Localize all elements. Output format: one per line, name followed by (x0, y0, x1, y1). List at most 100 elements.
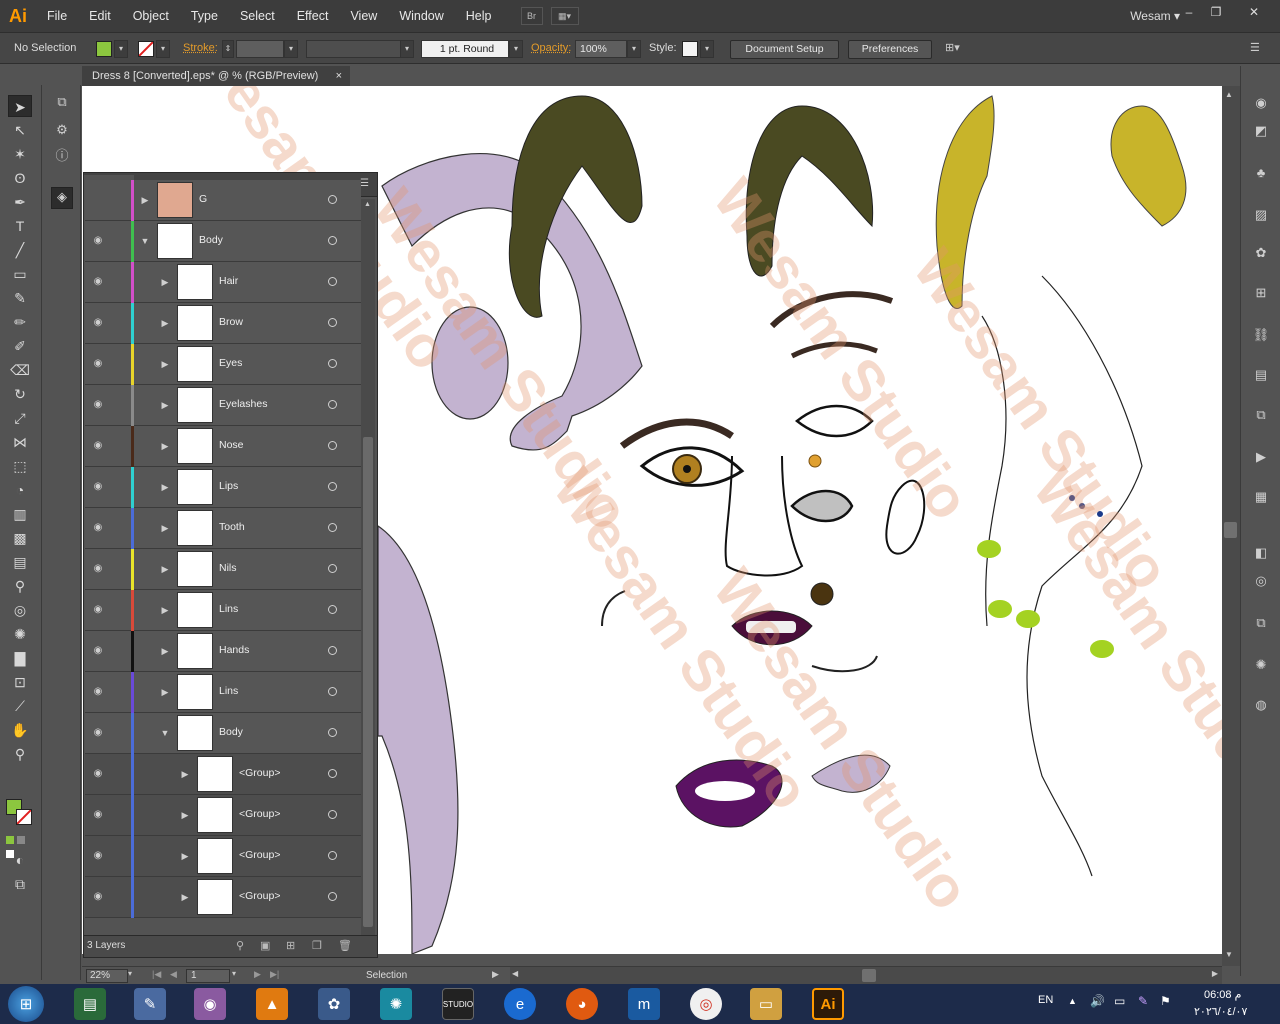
collapse-triangle-icon[interactable]: ▼ (159, 727, 171, 739)
layer-name[interactable]: <Group> (239, 849, 280, 861)
layer-target-icon[interactable] (328, 605, 337, 614)
opacity-label[interactable]: Opacity: (531, 42, 571, 54)
menu-help[interactable]: Help (455, 0, 503, 32)
layer-name[interactable]: Hands (219, 644, 249, 656)
layer-target-icon[interactable] (328, 359, 337, 368)
navigator-panel-icon[interactable]: ◍ (1252, 696, 1270, 714)
delete-layer-icon[interactable]: 🗑 (338, 939, 352, 952)
layer-name[interactable]: Tooth (219, 521, 245, 533)
visibility-eye-icon[interactable]: ◉ (92, 399, 104, 411)
start-button-icon[interactable]: ⊞ (8, 986, 44, 1022)
blend-tool-icon[interactable]: ◎ (8, 599, 32, 621)
graphic-styles-icon[interactable]: ▦ (1252, 488, 1270, 506)
appearance-panel-icon[interactable]: ⧉ (1252, 614, 1270, 632)
expand-triangle-icon[interactable]: ▶ (179, 850, 191, 862)
collapse-triangle-icon[interactable]: ▼ (139, 235, 151, 247)
layer-row[interactable]: ◉ ▶ Hands (85, 631, 361, 672)
visibility-eye-icon[interactable]: ◉ (92, 604, 104, 616)
paintbrush-tool-icon[interactable]: ✎ (8, 287, 32, 309)
expand-triangle-icon[interactable]: ▶ (139, 194, 151, 206)
stroke-weight-dropdown[interactable]: ▾ (284, 40, 298, 58)
column-graph-tool-icon[interactable]: ▇ (8, 647, 32, 669)
color-panel-icon[interactable]: ◉ (1252, 94, 1270, 112)
layer-row[interactable]: ◉ ▼ Body (85, 221, 361, 262)
task-manager-icon[interactable]: ▤ (74, 988, 106, 1020)
layer-target-icon[interactable] (328, 810, 337, 819)
visibility-eye-icon[interactable]: ◉ (92, 768, 104, 780)
artboards-panel-icon[interactable]: ⧉ (53, 93, 71, 111)
visibility-eye-icon[interactable]: ◉ (92, 522, 104, 534)
make-clipping-mask-icon[interactable]: ▣ (260, 939, 270, 952)
workspace-user[interactable]: Wesam ▾ (1130, 0, 1180, 32)
perspective-grid-tool-icon[interactable]: ▥ (8, 503, 32, 525)
layers-scroll-thumb[interactable] (363, 437, 373, 927)
layer-name[interactable]: Lins (219, 603, 238, 615)
visibility-eye-icon[interactable]: ◉ (92, 645, 104, 657)
video-editor-icon[interactable]: ✺ (380, 988, 412, 1020)
brush-profile-field[interactable]: 1 pt. Round (421, 40, 509, 58)
blob-brush-tool-icon[interactable]: ✐ (8, 335, 32, 357)
layer-row[interactable]: ◉ ▼ Body (85, 713, 361, 754)
layer-target-icon[interactable] (328, 400, 337, 409)
expand-triangle-icon[interactable]: ▶ (159, 645, 171, 657)
new-sublayer-icon[interactable]: ⊞ (286, 939, 295, 952)
visibility-eye-icon[interactable]: ◉ (92, 481, 104, 493)
menu-select[interactable]: Select (229, 0, 286, 32)
layer-name[interactable]: <Group> (239, 808, 280, 820)
pathfinder-panel-icon[interactable]: ⧉ (1252, 406, 1270, 424)
illustrator-taskbar-icon[interactable]: Ai (812, 988, 844, 1020)
menu-view[interactable]: View (339, 0, 388, 32)
layer-name[interactable]: Body (199, 234, 223, 246)
pencil-tool-icon[interactable]: ✏ (8, 311, 32, 333)
volume-icon[interactable]: 🔊 (1090, 994, 1105, 1008)
expand-triangle-icon[interactable]: ▶ (159, 440, 171, 452)
vertical-scrollbar[interactable]: ▲ ▼ (1222, 86, 1240, 966)
close-button[interactable]: ✕ (1241, 4, 1267, 20)
new-layer-icon[interactable]: ❐ (312, 939, 322, 952)
direct-selection-tool-icon[interactable]: ↖ (8, 119, 32, 141)
layer-target-icon[interactable] (328, 441, 337, 450)
stroke-label[interactable]: Stroke: (183, 42, 218, 54)
fill-dropdown[interactable]: ▾ (114, 40, 128, 58)
visibility-eye-icon[interactable]: ◉ (92, 563, 104, 575)
visibility-eye-icon[interactable]: ◉ (92, 440, 104, 452)
mesh-tool-icon[interactable]: ▩ (8, 527, 32, 549)
layers-scrollbar[interactable]: ▲ (361, 199, 375, 935)
swatches-panel-icon[interactable]: ♣ (1252, 164, 1270, 182)
gradient-tool-icon[interactable]: ▤ (8, 551, 32, 573)
visibility-eye-icon[interactable]: ◉ (92, 891, 104, 903)
document-tab[interactable]: Dress 8 [Converted].eps* @ % (RGB/Previe… (82, 66, 350, 86)
language-indicator[interactable]: EN (1038, 994, 1053, 1006)
close-tab-icon[interactable]: × (336, 66, 342, 86)
action-center-icon[interactable]: ⚑ (1160, 994, 1171, 1008)
prev-artboard-icon[interactable]: ◀ (170, 969, 177, 980)
brushes-panel-icon[interactable]: ▨ (1252, 206, 1270, 224)
style-swatch[interactable] (682, 41, 698, 57)
drawing-mode-icon[interactable]: ◐ (8, 849, 32, 871)
minimize-button[interactable]: – (1176, 4, 1202, 20)
symbols-panel-icon[interactable]: ⚙ (53, 121, 71, 139)
layer-name[interactable]: <Group> (239, 767, 280, 779)
status-menu-icon[interactable]: ▶ (492, 969, 499, 980)
symbol-sprayer-tool-icon[interactable]: ✺ (8, 623, 32, 645)
vertical-scroll-thumb[interactable] (1224, 522, 1237, 538)
preferences-button[interactable]: Preferences (848, 40, 932, 59)
layer-target-icon[interactable] (328, 769, 337, 778)
expand-triangle-icon[interactable]: ▶ (159, 686, 171, 698)
layer-name[interactable]: Nils (219, 562, 237, 574)
expand-triangle-icon[interactable]: ▶ (159, 522, 171, 534)
hand-tool-icon[interactable]: ✋ (8, 719, 32, 741)
clock-time[interactable]: 06:08 م (1204, 988, 1241, 1001)
expand-triangle-icon[interactable]: ▶ (159, 317, 171, 329)
color-guide-icon[interactable]: ◩ (1252, 122, 1270, 140)
stroke-weight-field[interactable] (236, 40, 284, 58)
layer-row[interactable]: ◉ ▶ Lins (85, 590, 361, 631)
zoom-tool-icon[interactable]: ⚲ (8, 743, 32, 765)
expand-triangle-icon[interactable]: ▶ (159, 399, 171, 411)
layer-target-icon[interactable] (328, 687, 337, 696)
control-menu-icon[interactable]: ☰ (1250, 41, 1266, 57)
width-tool-icon[interactable]: ⋈ (8, 431, 32, 453)
expand-triangle-icon[interactable]: ▶ (159, 358, 171, 370)
eye-app-icon[interactable]: ◉ (194, 988, 226, 1020)
visibility-eye-icon[interactable]: ◉ (92, 276, 104, 288)
